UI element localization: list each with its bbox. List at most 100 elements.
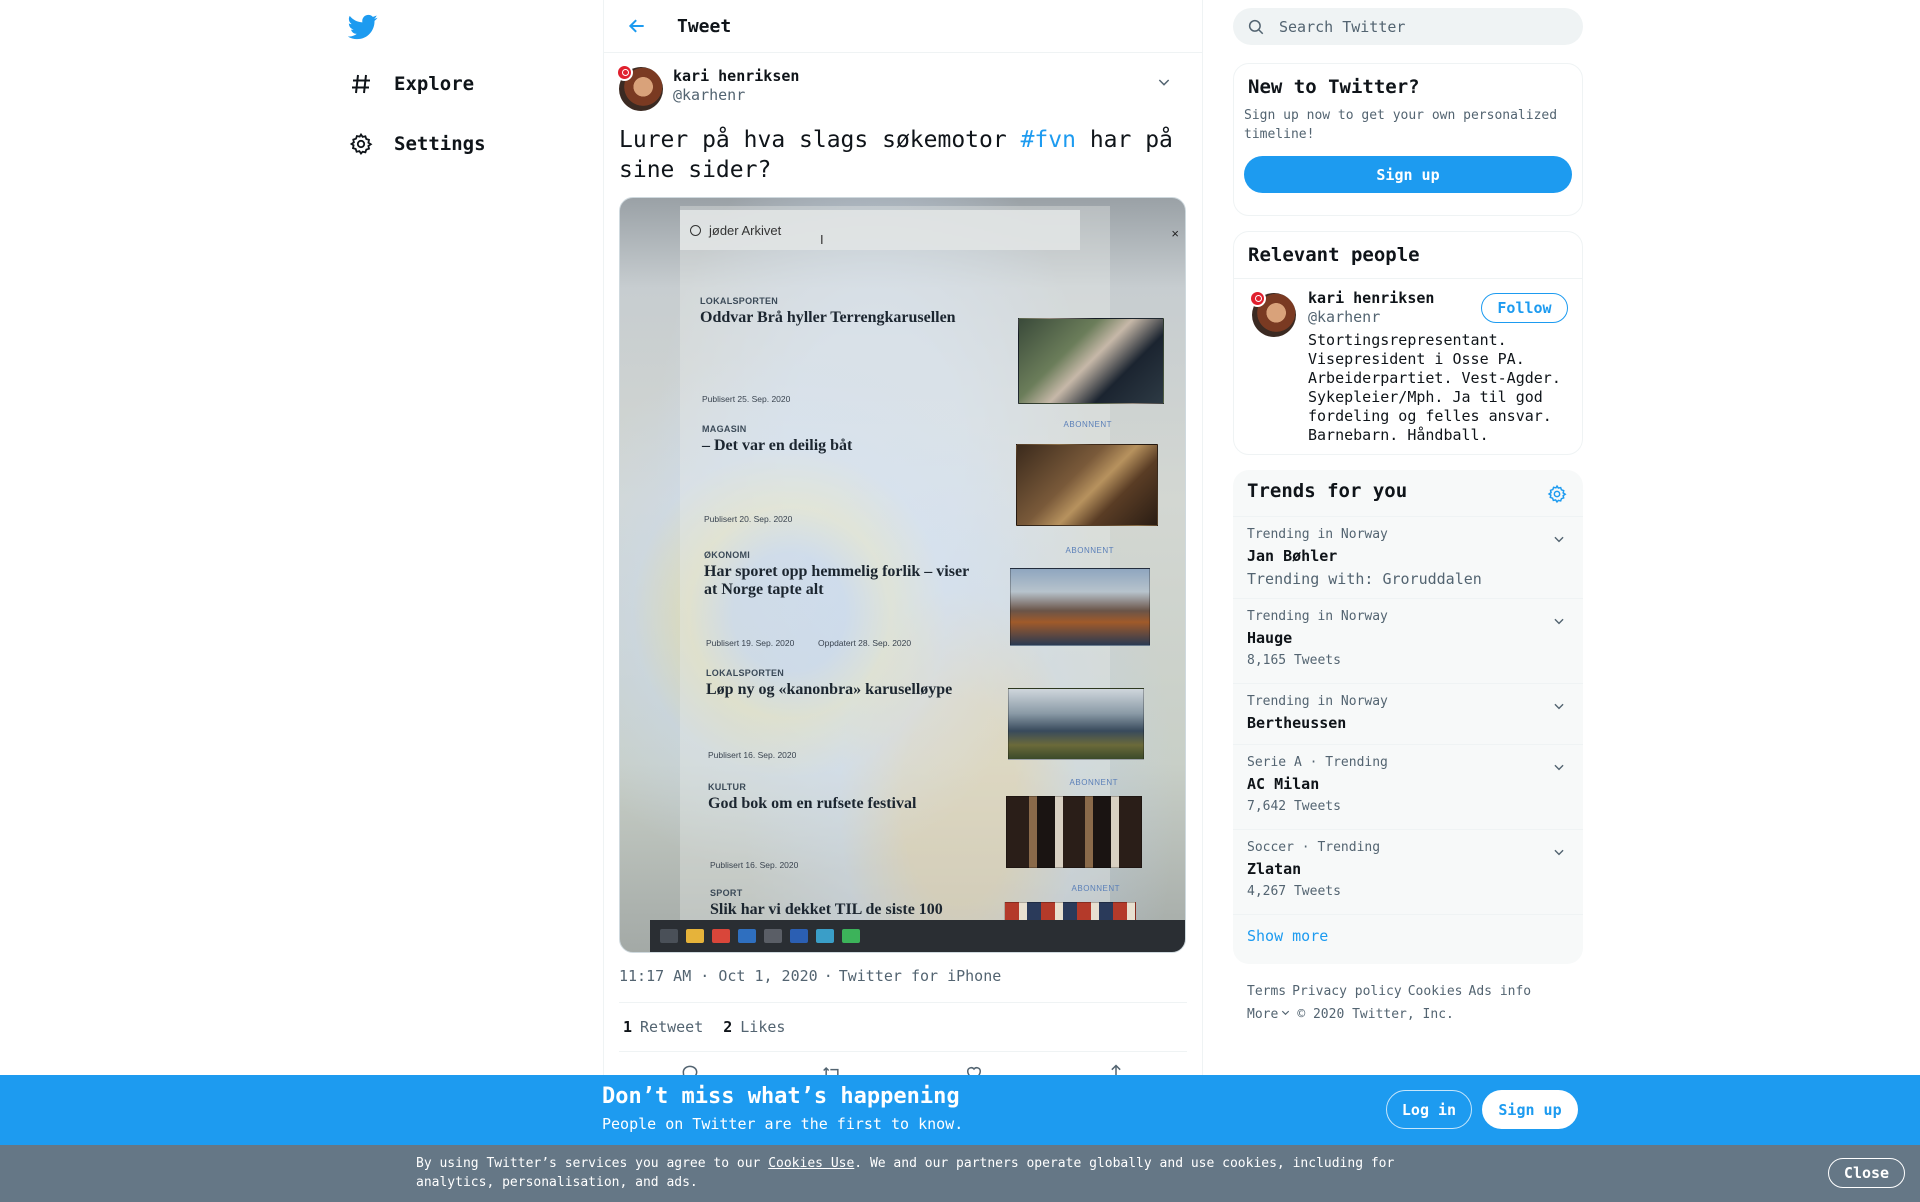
banner-subtitle: People on Twitter are the first to know.: [602, 1115, 964, 1133]
subscriber-badge: ABONNENT: [1063, 420, 1112, 429]
chevron-down-icon: [1554, 703, 1564, 710]
trend-subtext: 7,642 Tweets: [1247, 799, 1341, 814]
trend-name: Jan Bøhler: [1247, 547, 1338, 565]
article-thumbnail: [1018, 318, 1164, 404]
trend-context: Soccer · Trending: [1247, 840, 1381, 855]
sign-up-button[interactable]: Sign up: [1244, 156, 1572, 193]
gear-icon: [1547, 484, 1567, 504]
footer-link-ads-info[interactable]: Ads info: [1469, 984, 1532, 999]
likes-stat[interactable]: 2 Likes: [723, 1018, 785, 1036]
avatar[interactable]: [1249, 290, 1296, 337]
footer-link-terms[interactable]: Terms: [1247, 984, 1286, 999]
article-section: LOKALSPORTEN: [706, 668, 785, 678]
subscriber-badge: ABONNENT: [1071, 884, 1120, 893]
tweet-timestamp[interactable]: 11:17 AM · Oct 1, 2020: [619, 967, 818, 985]
article-published: Publisert 16. Sep. 2020: [708, 750, 797, 760]
footer-link-privacy[interactable]: Privacy policy: [1292, 984, 1402, 999]
tweet-stats: 1 Retweet 2 Likes: [619, 1002, 1187, 1052]
trend-item[interactable]: Serie A · Trending AC Milan 7,642 Tweets: [1233, 745, 1583, 830]
party-rose-icon: [616, 64, 633, 81]
likes-label: Likes: [740, 1018, 786, 1036]
party-rose-icon: [1249, 290, 1266, 307]
tweet-text-before: Lurer på hva slags søkemotor: [619, 127, 1021, 153]
search-box[interactable]: [1233, 8, 1583, 45]
trend-item[interactable]: Trending in Norway Jan Bøhler Trending w…: [1233, 517, 1583, 599]
signup-description: Sign up now to get your own personalized…: [1244, 108, 1558, 142]
twitter-bird-icon[interactable]: [347, 12, 378, 42]
trend-item[interactable]: Trending in Norway Bertheussen: [1233, 684, 1583, 745]
hashtag-link[interactable]: #fvn: [1021, 127, 1076, 153]
cookie-text-before: By using Twitter’s services you agree to…: [416, 1156, 769, 1171]
trend-item[interactable]: Soccer · Trending Zlatan 4,267 Tweets: [1233, 830, 1583, 915]
cookie-text: By using Twitter’s services you agree to…: [416, 1154, 1416, 1192]
tweet-source[interactable]: Twitter for iPhone: [839, 967, 1002, 985]
tweet-text: Lurer på hva slags søkemotor #fvn har på…: [619, 125, 1187, 185]
article-headline: Har sporet opp hemmelig forlik – viser a…: [704, 563, 969, 598]
chevron-down-icon: [1554, 849, 1564, 856]
likes-count: 2: [723, 1018, 733, 1036]
article-headline: Slik har vi dekket TIL de siste 100: [710, 901, 943, 918]
follow-button[interactable]: Follow: [1481, 293, 1568, 323]
log-in-button[interactable]: Log in: [1386, 1090, 1472, 1129]
tweet-menu-button[interactable]: [1149, 67, 1179, 97]
page-title: Tweet: [677, 15, 732, 37]
chevron-down-icon: [1554, 536, 1564, 543]
person-bio: Stortingsrepresentant. Visepresident i O…: [1308, 331, 1561, 444]
taskbar-icon: [738, 929, 756, 943]
banner-sign-up-button[interactable]: Sign up: [1482, 1090, 1578, 1129]
cookie-banner: By using Twitter’s services you agree to…: [0, 1145, 1920, 1202]
chevron-down-icon: [1554, 618, 1564, 625]
card-title: Trends for you: [1247, 480, 1408, 502]
card-title: Relevant people: [1234, 232, 1582, 279]
trends-card: Trends for you Trending in Norway Jan Bø…: [1233, 470, 1583, 964]
meta-separator: ·: [823, 967, 833, 985]
trend-more-button[interactable]: [1549, 842, 1569, 862]
photo-taskbar: [650, 920, 1185, 952]
chevron-down-icon: [1282, 1010, 1290, 1016]
trend-more-button[interactable]: [1549, 611, 1569, 631]
trend-item[interactable]: Trending in Norway Hauge 8,165 Tweets: [1233, 599, 1583, 684]
cookies-use-link[interactable]: Cookies Use: [768, 1156, 854, 1171]
tweet-header: Tweet: [604, 0, 1202, 53]
trend-subtext: 4,267 Tweets: [1247, 884, 1341, 899]
taskbar-icon: [842, 929, 860, 943]
article-thumbnail: [1010, 568, 1150, 646]
article-published: Publisert 20. Sep. 2020: [704, 514, 793, 524]
trend-subtext: Trending with: Groruddalen: [1247, 570, 1482, 588]
avatar[interactable]: [616, 64, 663, 111]
search-icon: [690, 224, 701, 236]
taskbar-icon: [816, 929, 834, 943]
chevron-down-icon: [1554, 764, 1564, 771]
footer-link-cookies[interactable]: Cookies: [1408, 984, 1463, 999]
trend-more-button[interactable]: [1549, 757, 1569, 777]
author-name[interactable]: kari henriksen: [673, 67, 799, 85]
trend-subtext: 8,165 Tweets: [1247, 653, 1341, 668]
nav-explore[interactable]: Explore: [348, 64, 474, 104]
taskbar-icon: [790, 929, 808, 943]
trends-settings-button[interactable]: [1545, 482, 1569, 506]
nav-settings[interactable]: Settings: [348, 124, 486, 164]
trend-more-button[interactable]: [1549, 696, 1569, 716]
text-cursor-icon: I: [820, 232, 824, 247]
trend-more-button[interactable]: [1549, 529, 1569, 549]
footer-more-button[interactable]: More: [1247, 1007, 1291, 1022]
nav-settings-label: Settings: [394, 133, 486, 155]
main-column: Tweet kari henriksen @karhenr Lurer på h…: [603, 0, 1203, 1202]
article-headline: – Det var en deilig båt: [702, 437, 853, 454]
show-more-link[interactable]: Show more: [1233, 915, 1583, 957]
trends-header: Trends for you: [1233, 470, 1583, 517]
article-thumbnail: [1006, 796, 1142, 868]
footer-links: Terms Privacy policy Cookies Ads info More ©…: [1247, 980, 1577, 1026]
cookie-close-button[interactable]: Close: [1828, 1158, 1905, 1188]
search-input[interactable]: [1279, 17, 1559, 36]
trend-context: Trending in Norway: [1247, 609, 1388, 624]
article-thumbnail: [1008, 688, 1144, 760]
trend-context: Serie A · Trending: [1247, 755, 1388, 770]
tweet-photo[interactable]: jøder Arkivet I × LOKALSPORTEN Oddvar Br…: [619, 197, 1186, 953]
footer-more-label: More: [1247, 1007, 1279, 1022]
author-handle[interactable]: @karhenr: [673, 85, 799, 105]
person-item[interactable]: kari henriksen @karhenr Stortingsreprese…: [1234, 279, 1582, 445]
retweets-stat[interactable]: 1 Retweet: [623, 1018, 703, 1036]
back-button[interactable]: [620, 9, 654, 43]
copyright: © 2020 Twitter, Inc.: [1297, 1007, 1454, 1022]
